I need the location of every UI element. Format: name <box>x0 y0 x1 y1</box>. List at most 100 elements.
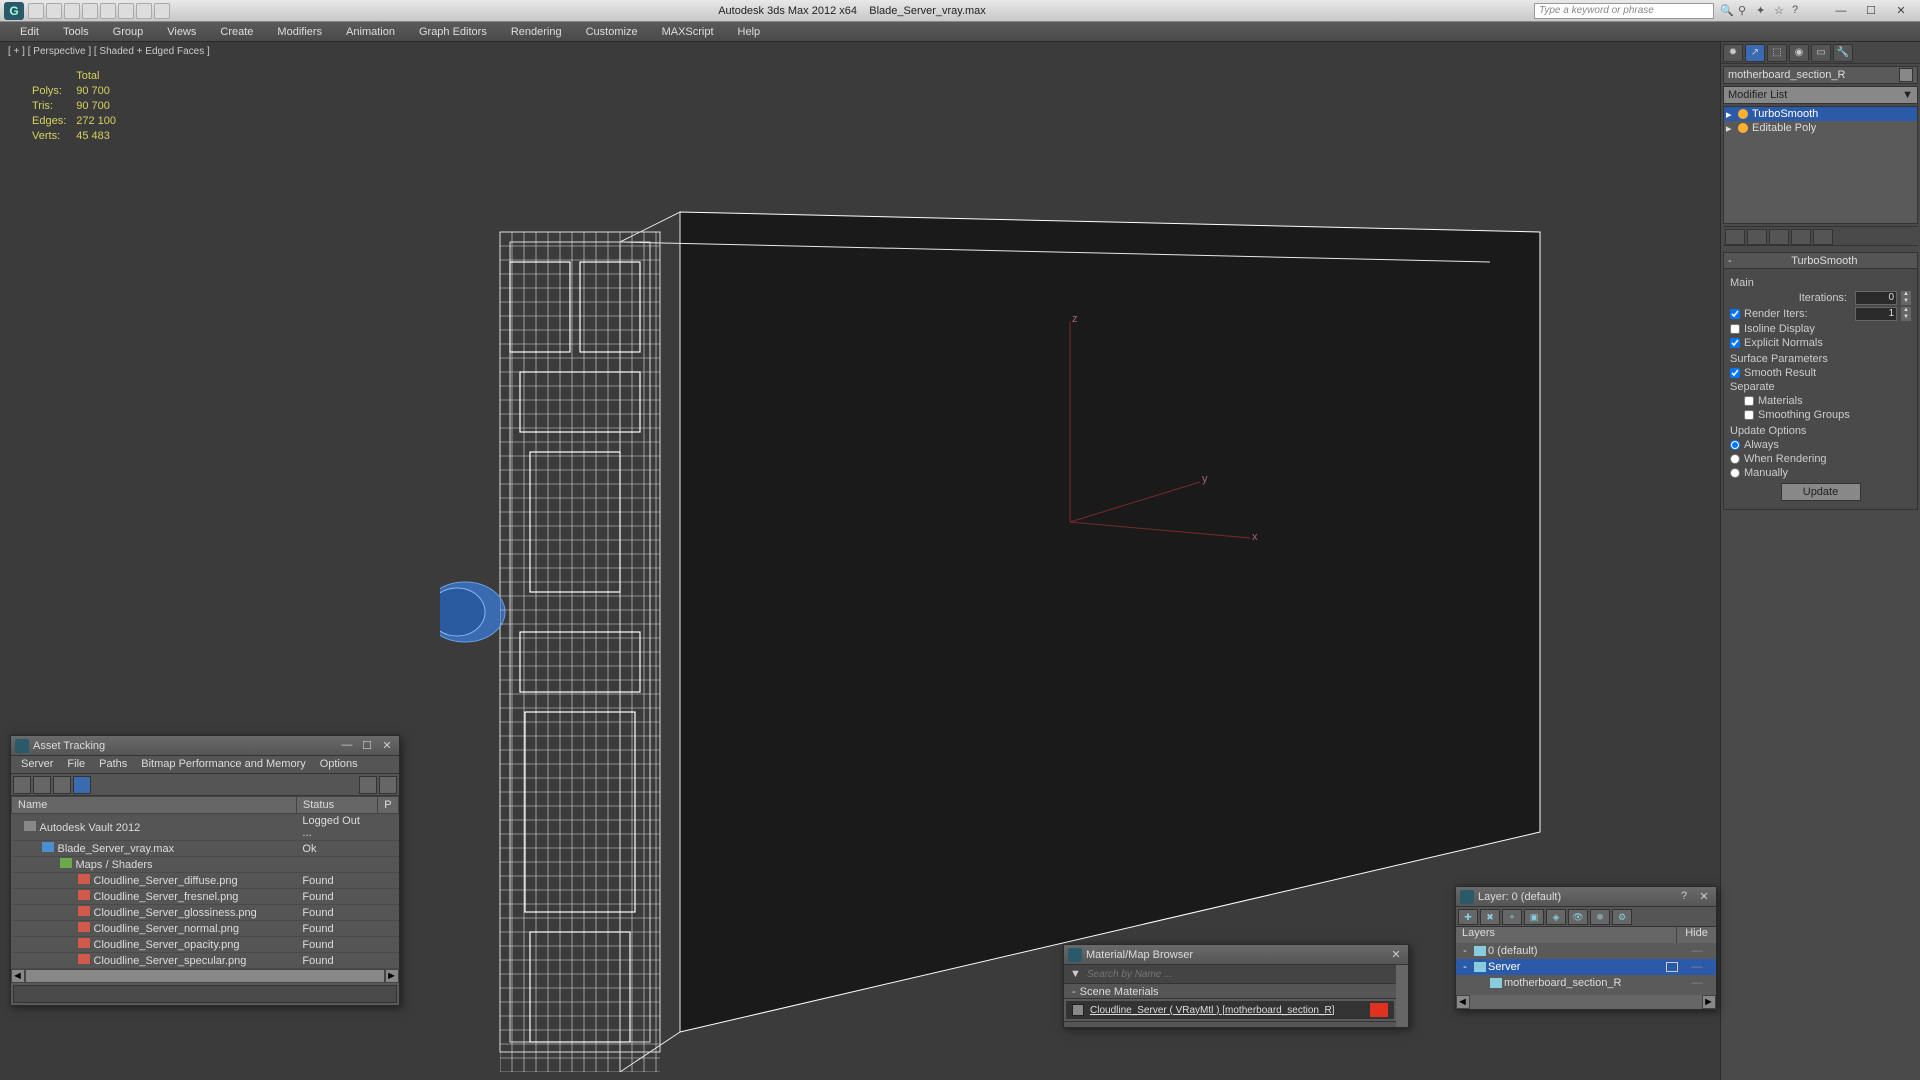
help-icon[interactable] <box>359 776 377 794</box>
select-layer-icon[interactable]: ▣ <box>1524 909 1544 925</box>
layer-row[interactable]: -0 (default)— <box>1456 943 1716 959</box>
options-arrow-icon[interactable]: ▼ <box>1070 968 1081 980</box>
layers-panel-titlebar[interactable]: Layer: 0 (default) ?✕ <box>1456 887 1716 907</box>
search-go-icon[interactable]: 🔍 <box>1720 4 1734 18</box>
close-button[interactable]: ✕ <box>1886 2 1916 20</box>
close-icon[interactable]: ✕ <box>1388 948 1404 962</box>
render-iters-checkbox[interactable] <box>1730 309 1740 319</box>
menu-rendering[interactable]: Rendering <box>501 24 572 40</box>
asset-row[interactable]: Cloudline_Server_specular.pngFound <box>12 953 399 969</box>
close-icon[interactable]: ✕ <box>1696 890 1712 904</box>
refresh-icon[interactable] <box>13 776 31 794</box>
freeze-layer-icon[interactable]: ❄ <box>1590 909 1610 925</box>
asset-row[interactable]: Cloudline_Server_opacity.pngFound <box>12 937 399 953</box>
menu-create[interactable]: Create <box>210 24 263 40</box>
highlight-layer-icon[interactable]: ◈ <box>1546 909 1566 925</box>
menu-customize[interactable]: Customize <box>576 24 648 40</box>
object-name-field[interactable]: motherboard_section_R <box>1723 66 1918 84</box>
asset-path-input[interactable] <box>13 985 397 1003</box>
layers-h-scrollbar[interactable]: ◄► <box>1456 995 1716 1009</box>
remove-modifier-icon[interactable] <box>1791 229 1811 245</box>
asset-panel-titlebar[interactable]: Asset Tracking —☐✕ <box>11 736 399 756</box>
qat-btn-icon[interactable] <box>118 3 134 19</box>
create-tab-icon[interactable]: ✹ <box>1723 44 1743 62</box>
layer-row[interactable]: -Server— <box>1456 959 1716 975</box>
display-tab-icon[interactable]: ▭ <box>1811 44 1831 62</box>
iterations-spinner[interactable]: Iterations: 0 ▲▼ <box>1730 291 1911 305</box>
asset-table[interactable]: Name Status P Autodesk Vault 2012Logged … <box>11 796 399 969</box>
motion-tab-icon[interactable]: ◉ <box>1789 44 1809 62</box>
tool-icon[interactable] <box>73 776 91 794</box>
material-item[interactable]: Cloudline_Server ( VRayMtl ) [motherboar… <box>1066 1001 1394 1019</box>
materials-checkbox[interactable]: Materials <box>1744 395 1911 407</box>
object-color-swatch[interactable] <box>1899 68 1913 82</box>
qat-new-icon[interactable] <box>28 3 44 19</box>
menu-edit[interactable]: Edit <box>10 24 49 40</box>
help-icon[interactable]: ? <box>1792 4 1806 18</box>
maximize-button[interactable]: ☐ <box>1856 2 1886 20</box>
help-icon[interactable]: ? <box>1676 890 1692 904</box>
layer-row[interactable]: motherboard_section_R— <box>1456 975 1716 991</box>
material-panel-titlebar[interactable]: Material/Map Browser ✕ <box>1064 945 1408 965</box>
asset-menu-options[interactable]: Options <box>314 756 364 773</box>
asset-menu-server[interactable]: Server <box>15 756 59 773</box>
hide-layer-icon[interactable]: 👁 <box>1568 909 1588 925</box>
tool-icon[interactable] <box>53 776 71 794</box>
connect-icon[interactable]: ⚲ <box>1738 4 1752 18</box>
minimize-button[interactable]: — <box>1826 2 1856 20</box>
modifier-stack[interactable]: ▸TurboSmooth▸Editable Poly <box>1723 106 1918 224</box>
minimize-icon[interactable]: — <box>339 739 355 753</box>
menu-graph-editors[interactable]: Graph Editors <box>409 24 497 40</box>
menu-tools[interactable]: Tools <box>53 24 99 40</box>
maximize-icon[interactable]: ☐ <box>359 739 375 753</box>
asset-row[interactable]: Cloudline_Server_fresnel.pngFound <box>12 889 399 905</box>
pin-stack-icon[interactable] <box>1725 229 1745 245</box>
smooth-result-checkbox[interactable]: Smooth Result <box>1730 367 1911 379</box>
qat-redo-icon[interactable] <box>100 3 116 19</box>
show-end-result-icon[interactable] <box>1747 229 1767 245</box>
menu-group[interactable]: Group <box>103 24 154 40</box>
asset-h-scrollbar[interactable]: ◄► <box>11 969 399 983</box>
scene-materials-header[interactable]: -Scene Materials <box>1064 983 1396 999</box>
viewport-label[interactable]: [ + ] [ Perspective ] [ Shaded + Edged F… <box>8 46 210 57</box>
modifier-stack-item[interactable]: ▸Editable Poly <box>1724 121 1917 135</box>
render-iters-spinner[interactable]: Render Iters: 1 ▲▼ <box>1730 307 1911 321</box>
asset-row[interactable]: Autodesk Vault 2012Logged Out ... <box>12 814 399 841</box>
modifier-stack-item[interactable]: ▸TurboSmooth <box>1724 107 1917 121</box>
asset-row[interactable]: Cloudline_Server_glossiness.pngFound <box>12 905 399 921</box>
explicit-normals-checkbox[interactable]: Explicit Normals <box>1730 337 1911 349</box>
new-layer-icon[interactable]: ✚ <box>1458 909 1478 925</box>
configure-sets-icon[interactable] <box>1813 229 1833 245</box>
asset-menu-file[interactable]: File <box>61 756 91 773</box>
exchange-icon[interactable]: ✦ <box>1756 4 1770 18</box>
qat-undo-icon[interactable] <box>82 3 98 19</box>
asset-menu-paths[interactable]: Paths <box>93 756 133 773</box>
tool-icon[interactable] <box>379 776 397 794</box>
smoothing-groups-checkbox[interactable]: Smoothing Groups <box>1744 409 1911 421</box>
qat-save-icon[interactable] <box>64 3 80 19</box>
material-v-scrollbar[interactable] <box>1396 965 1408 1027</box>
tool-icon[interactable] <box>33 776 51 794</box>
make-unique-icon[interactable] <box>1769 229 1789 245</box>
asset-row[interactable]: Cloudline_Server_diffuse.pngFound <box>12 873 399 889</box>
delete-layer-icon[interactable]: ✖ <box>1480 909 1500 925</box>
asset-row[interactable]: Blade_Server_vray.maxOk <box>12 841 399 857</box>
hierarchy-tab-icon[interactable]: ⬚ <box>1767 44 1787 62</box>
when-rendering-radio[interactable]: When Rendering <box>1730 453 1911 465</box>
layer-props-icon[interactable]: ⚙ <box>1612 909 1632 925</box>
menu-help[interactable]: Help <box>728 24 771 40</box>
qat-dropdown-icon[interactable] <box>154 3 170 19</box>
modifier-list-dropdown[interactable]: Modifier List▼ <box>1723 86 1918 104</box>
utilities-tab-icon[interactable]: 🔧 <box>1833 44 1853 62</box>
menu-maxscript[interactable]: MAXScript <box>652 24 724 40</box>
menu-views[interactable]: Views <box>157 24 206 40</box>
menu-modifiers[interactable]: Modifiers <box>267 24 332 40</box>
isoline-checkbox[interactable]: Isoline Display <box>1730 323 1911 335</box>
always-radio[interactable]: Always <box>1730 439 1911 451</box>
manually-radio[interactable]: Manually <box>1730 467 1911 479</box>
modify-tab-icon[interactable]: ↗ <box>1745 44 1765 62</box>
add-to-layer-icon[interactable]: + <box>1502 909 1522 925</box>
asset-row[interactable]: Maps / Shaders <box>12 857 399 873</box>
asset-row[interactable]: Cloudline_Server_normal.pngFound <box>12 921 399 937</box>
help-search-input[interactable]: Type a keyword or phrase <box>1534 3 1714 19</box>
